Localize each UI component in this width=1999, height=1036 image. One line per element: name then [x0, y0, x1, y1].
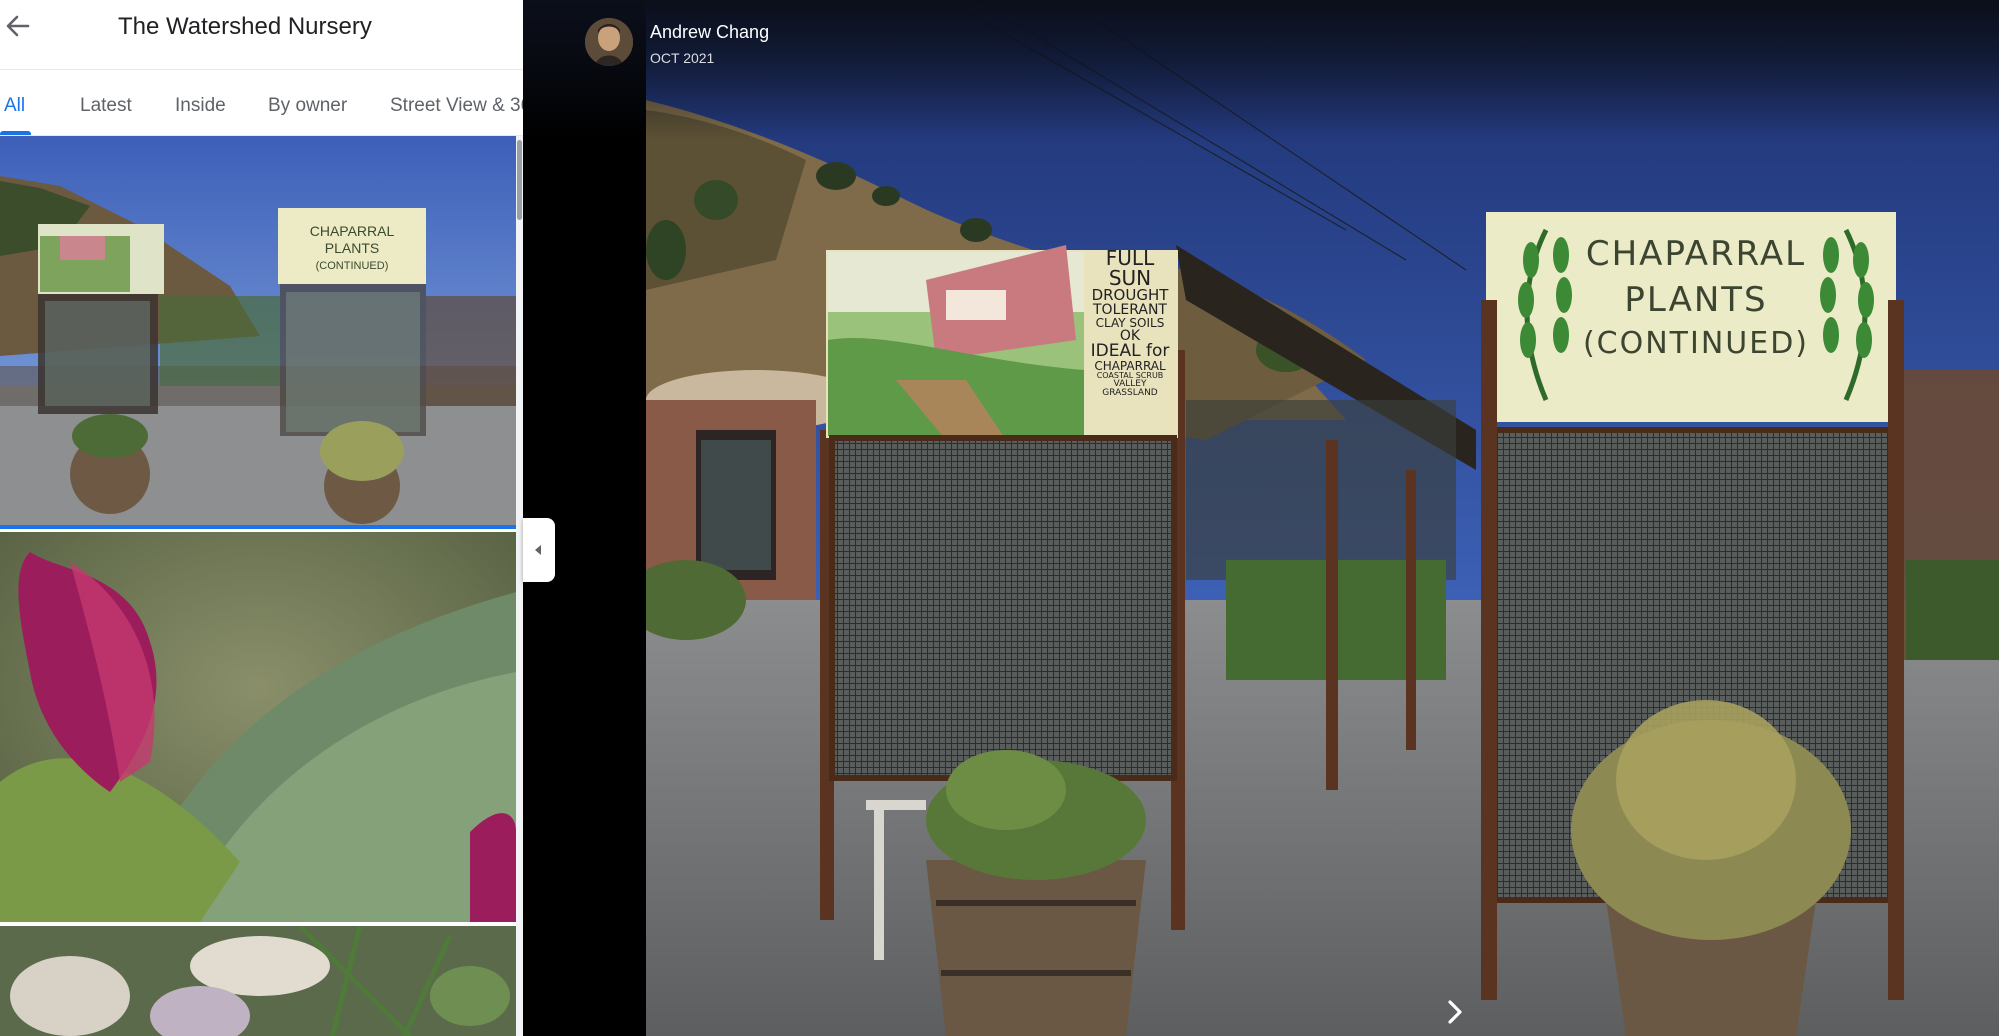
collapse-panel-button[interactable] — [523, 518, 555, 582]
tab-all[interactable]: All — [4, 95, 25, 117]
svg-text:CHAPARRAL: CHAPARRAL — [310, 223, 395, 239]
avatar[interactable] — [585, 18, 633, 66]
svg-text:(CONTINUED): (CONTINUED) — [316, 260, 389, 272]
selected-photo-border — [0, 525, 516, 529]
tab-latest[interactable]: Latest — [80, 95, 132, 117]
place-title: The Watershed Nursery — [118, 13, 372, 40]
arrow-left-icon — [6, 15, 30, 37]
chevron-right-icon — [1448, 1000, 1462, 1024]
photo-thumbnail-milkweed[interactable] — [0, 926, 516, 1036]
caret-left-icon — [535, 545, 541, 555]
left-sign-text: FULL SUN DROUGHT TOLERANT CLAY SOILS OK … — [1090, 246, 1170, 398]
next-photo-button[interactable] — [1440, 995, 1470, 1029]
panel-header: The Watershed Nursery — [0, 0, 523, 68]
tab-inside[interactable]: Inside — [175, 95, 226, 117]
svg-text:PLANTS: PLANTS — [325, 240, 379, 256]
photo-viewer[interactable]: FULL SUN DROUGHT TOLERANT CLAY SOILS OK … — [646, 0, 1999, 1036]
tab-by-owner[interactable]: By owner — [268, 95, 347, 117]
photos-panel: The Watershed Nursery All Latest Inside … — [0, 0, 523, 1036]
photo-date: OCT 2021 — [650, 50, 715, 66]
back-button[interactable] — [2, 10, 34, 42]
scrollbar-thumb[interactable] — [517, 140, 522, 220]
right-sign-text: CHAPARRAL PLANTS (CONTINUED) — [1582, 234, 1810, 361]
photo-grid: CHAPARRAL PLANTS (CONTINUED) — [0, 136, 523, 1036]
photo-thumbnail-nursery[interactable]: CHAPARRAL PLANTS (CONTINUED) — [0, 136, 516, 528]
photo-tabs: All Latest Inside By owner Street View &… — [0, 69, 523, 136]
photo-thumbnail-flower[interactable] — [0, 532, 516, 922]
author-name[interactable]: Andrew Chang — [650, 22, 769, 43]
scrollbar-track[interactable] — [516, 136, 523, 1036]
tab-street-view[interactable]: Street View & 360° — [390, 95, 523, 117]
